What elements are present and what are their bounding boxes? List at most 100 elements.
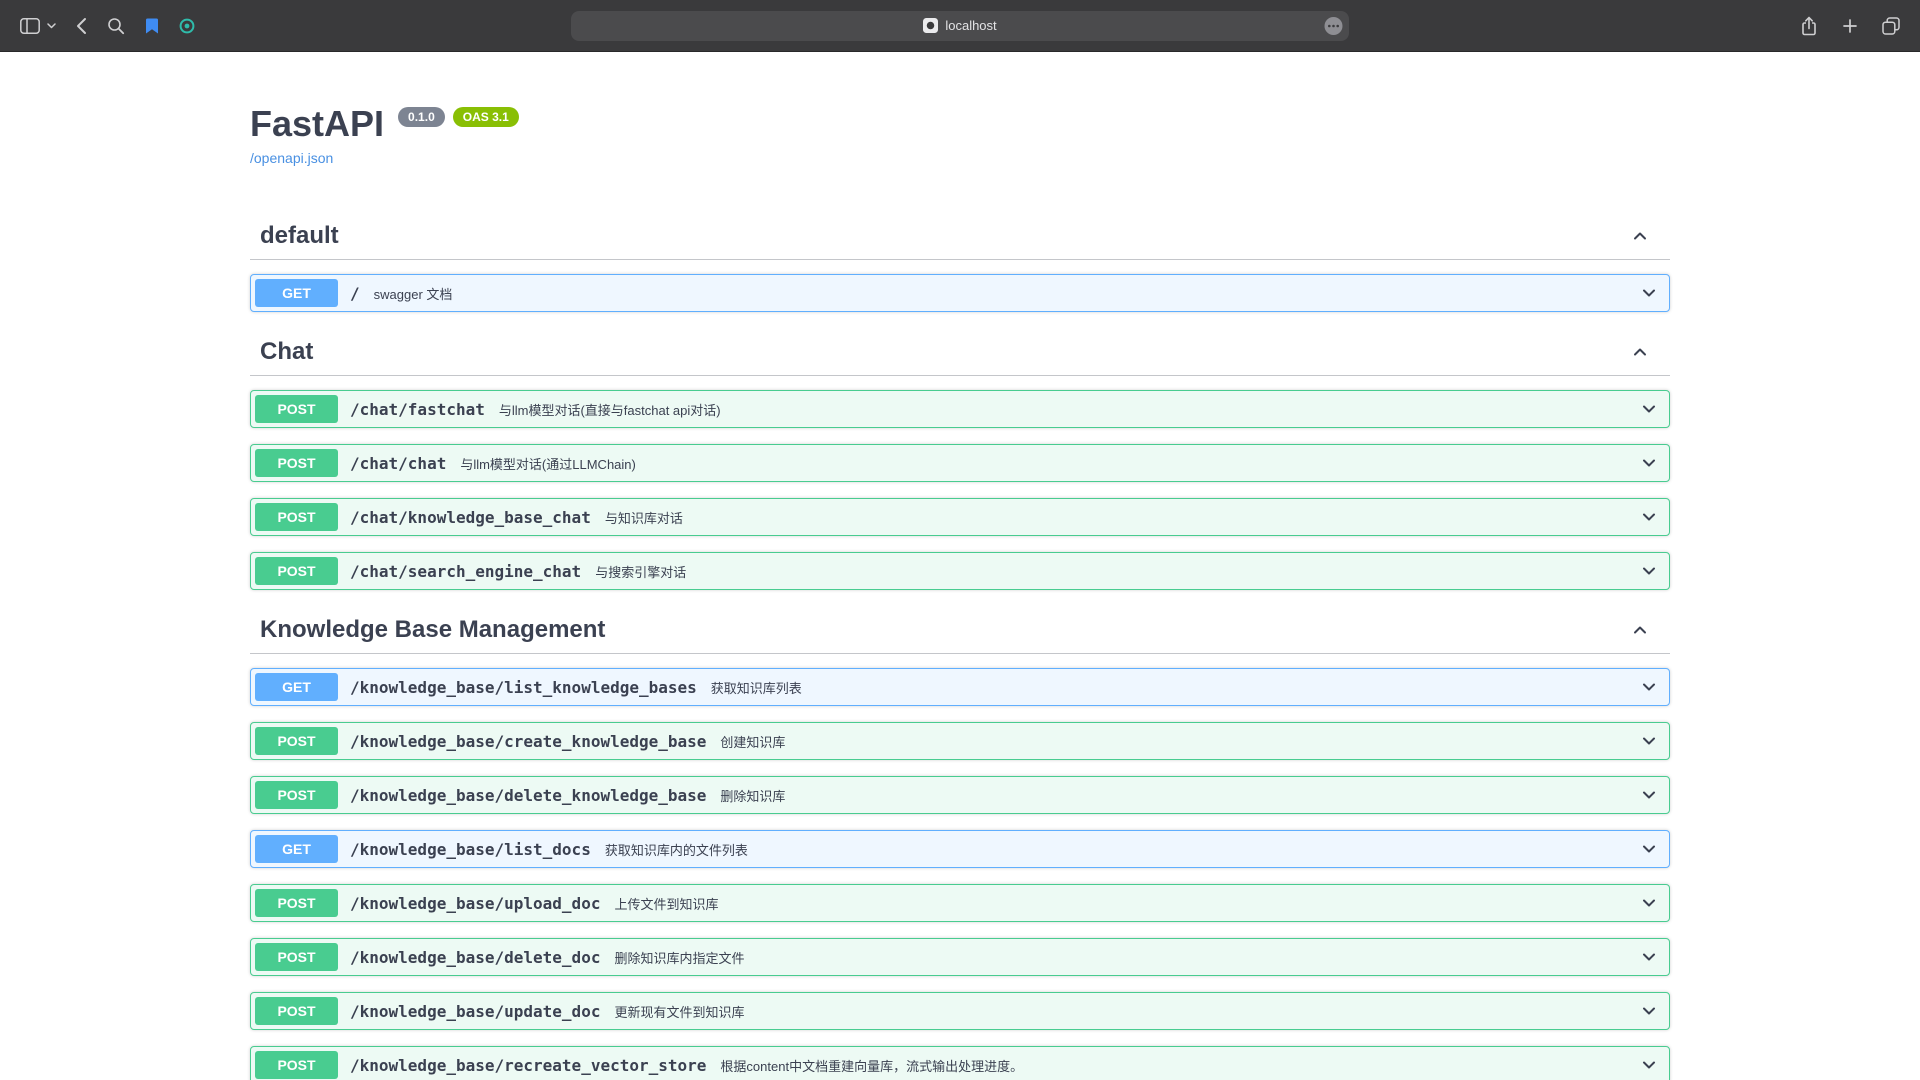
- chevron-up-icon[interactable]: [1630, 342, 1650, 362]
- method-badge: POST: [255, 503, 338, 531]
- endpoint-path: /knowledge_base/list_docs: [350, 840, 591, 859]
- extension-bookmark-icon[interactable]: [145, 18, 159, 34]
- endpoint-row[interactable]: GET /knowledge_base/list_knowledge_bases…: [250, 668, 1670, 706]
- endpoint-row[interactable]: POST /knowledge_base/create_knowledge_ba…: [250, 722, 1670, 760]
- endpoint-path: /chat/search_engine_chat: [350, 562, 581, 581]
- browser-window: localhost: [0, 0, 1920, 1080]
- method-badge: GET: [255, 279, 338, 307]
- method-badge: POST: [255, 781, 338, 809]
- endpoint-row[interactable]: POST /chat/fastchat 与llm模型对话(直接与fastchat…: [250, 390, 1670, 428]
- endpoint-row[interactable]: GET / swagger 文档: [250, 274, 1670, 312]
- url-bar[interactable]: localhost: [571, 11, 1349, 41]
- new-tab-icon[interactable]: [1842, 18, 1858, 34]
- endpoint-row[interactable]: POST /knowledge_base/delete_doc 删除知识库内指定…: [250, 938, 1670, 976]
- endpoint-description: swagger 文档: [374, 284, 453, 303]
- endpoint-path: /knowledge_base/create_knowledge_base: [350, 732, 706, 751]
- chevron-down-icon[interactable]: [1639, 947, 1659, 967]
- endpoint-path: /knowledge_base/delete_knowledge_base: [350, 786, 706, 805]
- endpoint-description: 创建知识库: [720, 732, 785, 751]
- section-header[interactable]: default: [250, 212, 1670, 260]
- chevron-down-icon[interactable]: [1639, 453, 1659, 473]
- toolbar-left-group: [20, 17, 195, 35]
- section-header[interactable]: Chat: [250, 328, 1670, 376]
- endpoint-description: 上传文件到知识库: [614, 894, 718, 913]
- toolbar-right-group: [1800, 16, 1900, 36]
- chevron-down-icon[interactable]: [1639, 561, 1659, 581]
- api-section: Chat POST /chat/fastchat 与llm模型对话(直接与fas…: [250, 328, 1670, 590]
- api-section: default GET / swagger 文档: [250, 212, 1670, 312]
- method-badge: POST: [255, 557, 338, 585]
- sidebar-toggle-icon[interactable]: [20, 18, 40, 34]
- section-operations: GET / swagger 文档: [250, 260, 1670, 312]
- page-options-icon[interactable]: [1324, 16, 1343, 35]
- endpoint-description: 与知识库对话: [605, 508, 683, 527]
- section-title: Chat: [260, 338, 313, 365]
- endpoint-path: /chat/chat: [350, 454, 446, 473]
- share-icon[interactable]: [1800, 16, 1818, 36]
- chevron-down-icon[interactable]: [1639, 785, 1659, 805]
- endpoint-row[interactable]: POST /chat/chat 与llm模型对话(通过LLMChain): [250, 444, 1670, 482]
- chevron-down-icon[interactable]: [1639, 1055, 1659, 1075]
- endpoint-description: 与llm模型对话(通过LLMChain): [460, 454, 636, 473]
- section-title: Knowledge Base Management: [260, 616, 605, 643]
- endpoint-path: /knowledge_base/upload_doc: [350, 894, 600, 913]
- endpoint-description: 获取知识库内的文件列表: [605, 840, 748, 859]
- sidebar-chevron-icon[interactable]: [47, 23, 56, 29]
- browser-toolbar: localhost: [0, 0, 1920, 52]
- endpoint-row[interactable]: POST /knowledge_base/recreate_vector_sto…: [250, 1046, 1670, 1080]
- chevron-up-icon[interactable]: [1630, 620, 1650, 640]
- method-badge: POST: [255, 943, 338, 971]
- chevron-down-icon[interactable]: [1639, 893, 1659, 913]
- method-badge: POST: [255, 889, 338, 917]
- sections: default GET / swagger 文档 Chat: [250, 212, 1670, 1080]
- endpoint-description: 获取知识库列表: [711, 678, 802, 697]
- method-badge: GET: [255, 673, 338, 701]
- chevron-down-icon[interactable]: [1639, 283, 1659, 303]
- method-badge: GET: [255, 835, 338, 863]
- chevron-down-icon[interactable]: [1639, 731, 1659, 751]
- endpoint-path: /chat/fastchat: [350, 400, 485, 419]
- chevron-down-icon[interactable]: [1639, 399, 1659, 419]
- chevron-up-icon[interactable]: [1630, 226, 1650, 246]
- endpoint-row[interactable]: POST /chat/knowledge_base_chat 与知识库对话: [250, 498, 1670, 536]
- endpoint-description: 与搜索引擎对话: [595, 562, 686, 581]
- endpoint-path: /chat/knowledge_base_chat: [350, 508, 591, 527]
- chevron-down-icon[interactable]: [1639, 677, 1659, 697]
- endpoint-row[interactable]: POST /knowledge_base/delete_knowledge_ba…: [250, 776, 1670, 814]
- version-badge: 0.1.0: [398, 107, 445, 127]
- url-text: localhost: [945, 18, 996, 33]
- endpoint-description: 根据content中文档重建向量库，流式输出处理进度。: [720, 1056, 1023, 1075]
- endpoint-row[interactable]: GET /knowledge_base/list_docs 获取知识库内的文件列…: [250, 830, 1670, 868]
- chevron-down-icon[interactable]: [1639, 507, 1659, 527]
- back-icon[interactable]: [76, 17, 87, 35]
- section-operations: POST /chat/fastchat 与llm模型对话(直接与fastchat…: [250, 376, 1670, 590]
- endpoint-row[interactable]: POST /knowledge_base/upload_doc 上传文件到知识库: [250, 884, 1670, 922]
- endpoint-description: 更新现有文件到知识库: [614, 1002, 744, 1021]
- section-header[interactable]: Knowledge Base Management: [250, 606, 1670, 654]
- method-badge: POST: [255, 395, 338, 423]
- endpoint-description: 与llm模型对话(直接与fastchat api对话): [499, 400, 721, 419]
- api-section: Knowledge Base Management GET /knowledge…: [250, 606, 1670, 1080]
- endpoint-description: 删除知识库: [720, 786, 785, 805]
- endpoint-row[interactable]: POST /chat/search_engine_chat 与搜索引擎对话: [250, 552, 1670, 590]
- site-favicon: [923, 18, 938, 33]
- chevron-down-icon[interactable]: [1639, 839, 1659, 859]
- section-title: default: [260, 222, 339, 249]
- endpoint-path: /knowledge_base/recreate_vector_store: [350, 1056, 706, 1075]
- page-title: FastAPI: [250, 104, 384, 144]
- method-badge: POST: [255, 1051, 338, 1079]
- chevron-down-icon[interactable]: [1639, 1001, 1659, 1021]
- openapi-spec-link[interactable]: /openapi.json: [250, 150, 333, 167]
- section-operations: GET /knowledge_base/list_knowledge_bases…: [250, 654, 1670, 1080]
- endpoint-row[interactable]: POST /knowledge_base/update_doc 更新现有文件到知…: [250, 992, 1670, 1030]
- endpoint-path: /knowledge_base/update_doc: [350, 1002, 600, 1021]
- tab-overview-icon[interactable]: [1882, 17, 1900, 35]
- search-icon[interactable]: [107, 17, 125, 35]
- endpoint-description: 删除知识库内指定文件: [614, 948, 744, 967]
- swagger-page: FastAPI 0.1.0 OAS 3.1 /openapi.json defa…: [0, 52, 1920, 1080]
- endpoint-path: /knowledge_base/list_knowledge_bases: [350, 678, 697, 697]
- oas-badge: OAS 3.1: [453, 107, 519, 127]
- extension-target-icon[interactable]: [179, 18, 195, 34]
- endpoint-path: /: [350, 284, 360, 303]
- method-badge: POST: [255, 449, 338, 477]
